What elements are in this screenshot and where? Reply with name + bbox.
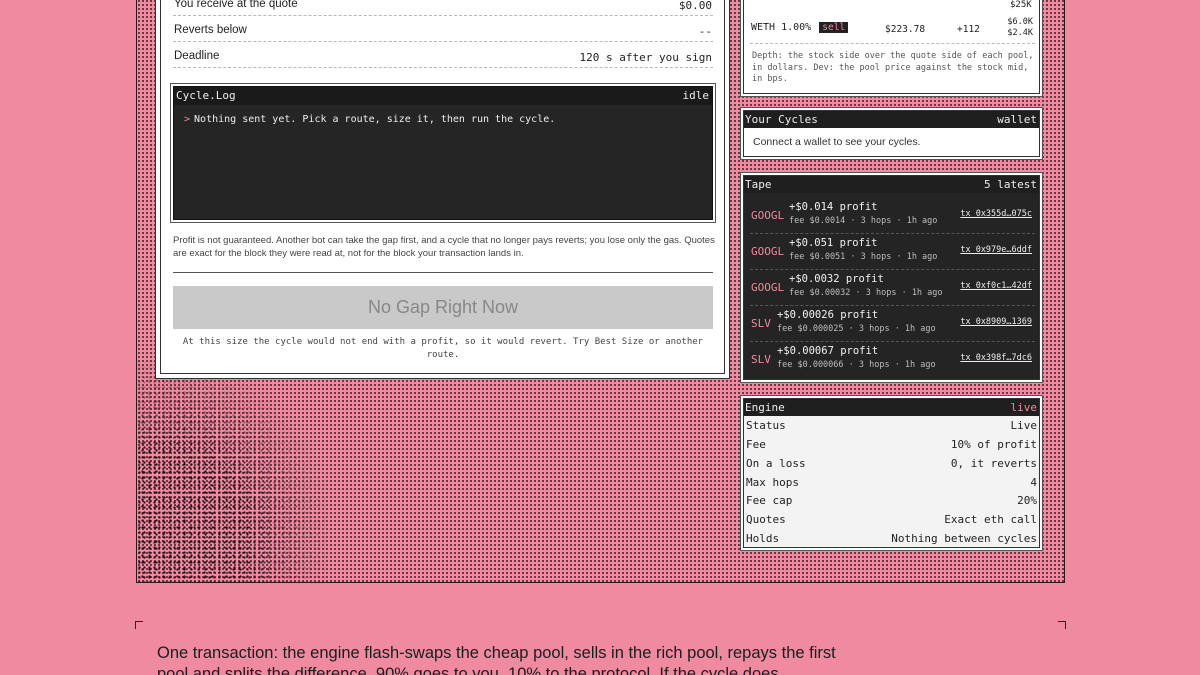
cycle-log-message: Nothing sent yet. Pick a route, size it,… <box>194 114 556 125</box>
corner-mark <box>135 621 143 629</box>
deadline-label: Deadline <box>174 50 220 62</box>
depth-quote: $2.4K <box>1007 28 1033 38</box>
tape-symbol: SLV <box>751 353 771 366</box>
engine-value: Nothing between cycles <box>891 532 1037 545</box>
pool-dev: +112 <box>957 24 980 35</box>
reverts-value: -- <box>698 25 712 38</box>
tx-link[interactable]: tx 0x398f…7dc6 <box>960 353 1032 363</box>
corner-mark <box>1058 621 1066 629</box>
tape-row: GOOGL +$0.014 profit fee $0.0014 · 3 hop… <box>750 198 1035 234</box>
engine-row: Fee cap 20% <box>745 492 1039 511</box>
tape-profit: +$0.0032 profit <box>789 273 884 285</box>
cycle-log-header: Cycle.Log idle <box>174 87 712 105</box>
tape-row: GOOGL +$0.051 profit fee $0.0051 · 3 hop… <box>750 234 1035 270</box>
tape-symbol: GOOGL <box>751 281 785 294</box>
divider <box>173 272 713 273</box>
tape-symbol: GOOGL <box>751 245 785 258</box>
speckle-decoration <box>137 360 327 582</box>
engine-value: 0, it reverts <box>950 457 1037 470</box>
sell-badge: sell <box>819 22 849 33</box>
your-cycles-message: Connect a wallet to see your cycles. <box>753 136 921 148</box>
engine-row: Status Live <box>745 417 1039 436</box>
engine-row: Quotes Exact eth call <box>745 511 1039 530</box>
your-cycles-panel: Your Cycles wallet Connect a wallet to s… <box>743 110 1040 157</box>
tape-meta: fee $0.000025 · 3 hops · 1h ago <box>777 324 936 334</box>
run-cycle-button[interactable]: No Gap Right Now <box>173 286 713 329</box>
receive-value: $0.00 <box>678 0 712 12</box>
tape-symbol: SLV <box>751 317 771 330</box>
pool-row[interactable]: WETH 1.00% sell $223.78 +112 $6.0K $2.4K <box>750 16 1035 44</box>
cycle-log-panel: Cycle.Log idle > Nothing sent yet. Pick a… <box>173 86 713 220</box>
your-cycles-title: Your Cycles <box>745 113 818 126</box>
tape-symbol: GOOGL <box>751 209 785 222</box>
tape-panel: Tape 5 latest GOOGL +$0.014 profit fee $… <box>743 175 1040 380</box>
engine-label: Status <box>746 419 786 432</box>
pool-price: $223.78 <box>885 24 926 35</box>
reverts-label: Reverts below <box>174 24 247 36</box>
tape-profit: +$0.00067 profit <box>777 345 879 357</box>
cycle-log-line: > Nothing sent yet. Pick a route, size it… <box>184 114 555 125</box>
pools-note: Depth: the stock side over the quote sid… <box>752 51 1034 84</box>
prompt-glyph: > <box>184 114 191 125</box>
engine-value: 4 <box>1030 476 1037 489</box>
tape-profit: +$0.051 profit <box>789 237 878 249</box>
pool-depth: $6.0K $2.4K <box>1007 17 1033 39</box>
engine-value: 20% <box>1017 494 1037 507</box>
engine-row: Holds Nothing between cycles <box>745 530 1039 549</box>
tx-link[interactable]: tx 0x355d…075c <box>960 209 1032 219</box>
hint-text: At this size the cycle would not end wit… <box>182 337 704 360</box>
engine-row: Fee 10% of profit <box>745 436 1039 455</box>
tape-profit: +$0.00026 profit <box>777 309 879 321</box>
tape-count: 5 latest <box>984 178 1037 191</box>
engine-header: Engine live <box>744 399 1039 416</box>
tape-profit: +$0.014 profit <box>789 201 878 213</box>
pools-top-value: $25K <box>1010 0 1032 10</box>
tape-header: Tape 5 latest <box>744 176 1039 193</box>
tx-link[interactable]: tx 0x8909…1369 <box>960 317 1032 327</box>
explainer-text: One transaction: the engine flash-swaps … <box>157 644 836 675</box>
engine-value: 10% of profit <box>950 438 1037 451</box>
engine-row: On a loss 0, it reverts <box>745 455 1039 474</box>
cycle-log-title: Cycle.Log <box>176 89 236 102</box>
pool-pair: WETH 1.00% sell <box>751 22 849 33</box>
receive-label: You receive at the quote <box>174 0 298 10</box>
tape-meta: fee $0.0014 · 3 hops · 1h ago <box>789 216 938 226</box>
engine-value: Live <box>1010 419 1038 432</box>
receive-row: You receive at the quote $0.00 <box>173 0 713 16</box>
engine-label: Max hops <box>746 476 799 489</box>
deadline-value: 120 s after you sign <box>579 51 712 64</box>
tape-row: GOOGL +$0.0032 profit fee $0.00032 · 3 h… <box>750 270 1035 306</box>
engine-label: Quotes <box>746 513 786 526</box>
engine-label: Holds <box>746 532 780 545</box>
tape-meta: fee $0.00032 · 3 hops · 1h ago <box>789 288 943 298</box>
wallet-link[interactable]: wallet <box>997 113 1037 126</box>
tape-row: SLV +$0.00026 profit fee $0.000025 · 3 h… <box>750 306 1035 342</box>
engine-label: Fee cap <box>746 494 793 507</box>
deadline-row: Deadline 120 s after you sign <box>173 48 713 68</box>
engine-label: Fee <box>746 438 766 451</box>
disclaimer-text: Profit is not guaranteed. Another bot ca… <box>173 235 715 259</box>
cycle-log-status: idle <box>682 89 710 102</box>
trade-card: You receive at the quote $0.00 Reverts b… <box>157 0 728 377</box>
pools-panel: $25K WETH 1.00% sell $223.78 +112 $6.0K $… <box>743 0 1040 94</box>
your-cycles-header: Your Cycles wallet <box>744 111 1039 128</box>
tape-title: Tape <box>745 178 772 191</box>
pool-pair-label: WETH 1.00% <box>751 22 812 33</box>
tape-meta: fee $0.0051 · 3 hops · 1h ago <box>789 252 938 262</box>
engine-row: Max hops 4 <box>745 474 1039 493</box>
engine-title: Engine <box>745 401 785 414</box>
depth-stock: $6.0K <box>1007 17 1033 27</box>
reverts-row: Reverts below -- <box>173 22 713 42</box>
engine-panel: Engine live Status Live Fee 10% of profi… <box>743 398 1040 548</box>
engine-value: Exact eth call <box>944 513 1037 526</box>
tape-meta: fee $0.000066 · 3 hops · 1h ago <box>777 360 936 370</box>
tape-row: SLV +$0.00067 profit fee $0.000066 · 3 h… <box>750 342 1035 378</box>
engine-label: On a loss <box>746 457 806 470</box>
engine-status: live <box>1010 401 1038 414</box>
tx-link[interactable]: tx 0xf0c1…42df <box>960 281 1032 291</box>
tx-link[interactable]: tx 0x979e…6ddf <box>960 245 1032 255</box>
